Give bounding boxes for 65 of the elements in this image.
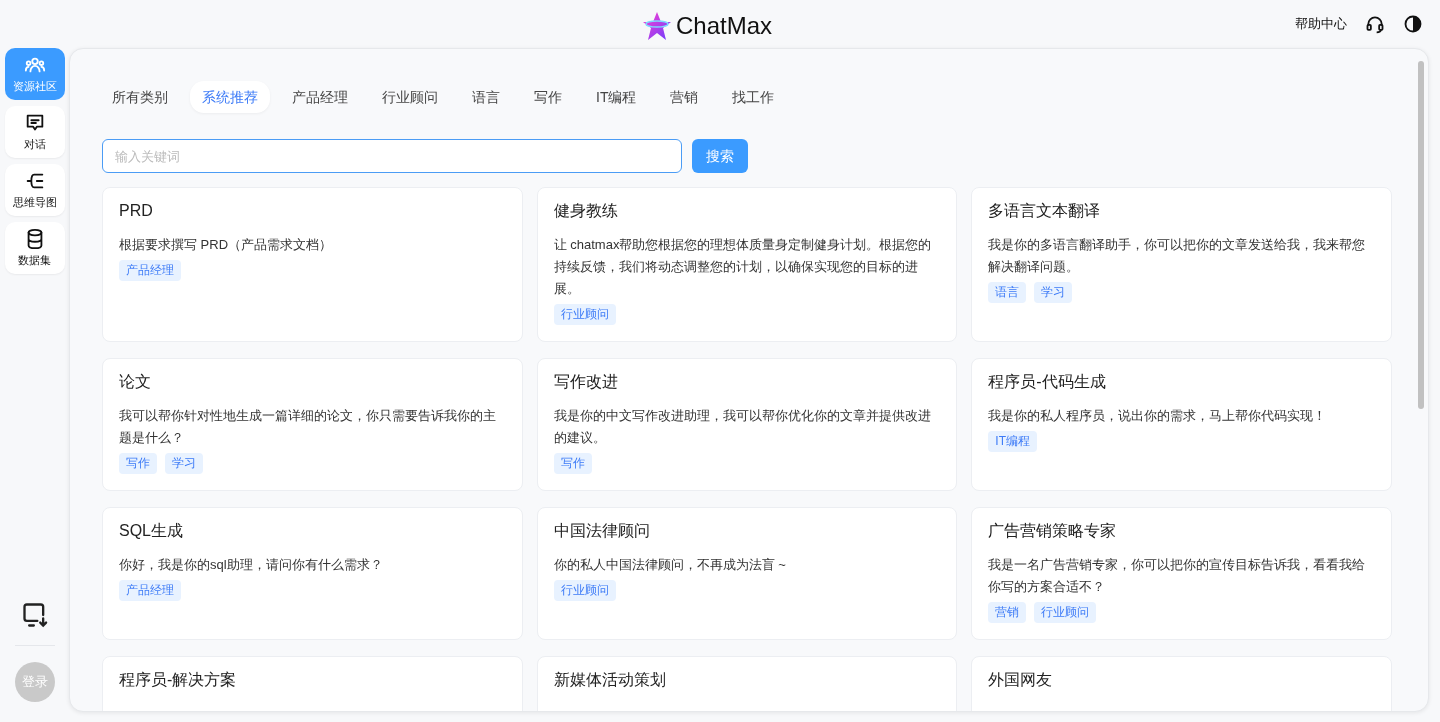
category-tab[interactable]: 营销 [658,81,711,113]
card-title: 中国法律顾问 [553,521,651,541]
prompt-card[interactable]: 论文 我可以帮你针对性地生成一篇详细的论文，你只需要告诉我你的主题是什么？ 写作 学习 [102,358,523,491]
card-description: 你的私人中国法律顾问，不再成为法盲 ~ [553,556,787,574]
card-description: 你好，我是你的sql助理，请问你有什么需求？ [119,556,384,574]
card-title: PRD [119,201,154,221]
category-tab[interactable]: 产品经理 [280,81,360,113]
prompt-card[interactable]: 广告营销策略专家 我是一名广告营销专家，你可以把你的宣传目标告诉我，看看我给你写的方案合适不？ 营销 行业顾问 [971,507,1392,640]
card-description: 根据要求撰写 PRD（产品需求文档） [119,236,334,254]
prompt-card[interactable]: 写作改进 我是你的中文写作改进助理，我可以帮你优化你的文章并提供改进的建议。 写作 [536,358,958,491]
category-tab[interactable]: IT编程 [584,81,649,113]
search-field[interactable]: 输入关键词 [102,139,682,173]
sidebar-item[interactable]: 数据集 [4,222,65,274]
prompt-card[interactable]: 外国网友 [971,656,1392,711]
category-tag: 写作 [553,453,592,474]
screen-download-icon[interactable] [20,601,49,629]
card-title: SQL生成 [119,521,184,541]
category-tag: IT编程 [988,431,1037,452]
card-title: 多语言文本翻译 [988,201,1102,221]
card-title: 论文 [119,372,152,392]
sidebar-item[interactable]: 对话 [4,106,65,158]
star-logo-icon [642,11,672,41]
category-tab[interactable]: 语言 [460,81,512,113]
card-description: 让 chatmax帮助您根据您的理想体质量身定制健身计划。根据您的持续反馈，我们将动态调整您的计划，以确保实现您的目标的进展。 [553,236,933,298]
card-description: 我是你的私人程序员，说出你的需求，马上帮你代码实现！ [988,407,1328,425]
category-tag: 营销 [988,602,1027,623]
prompt-card[interactable]: 程序员-代码生成 我是你的私人程序员，说出你的需求，马上帮你代码实现！ IT编程 [971,358,1392,491]
prompt-card[interactable]: 新媒体活动策划 [536,656,958,711]
category-tab[interactable]: 写作 [522,81,574,113]
contrast-icon[interactable] [1403,14,1423,34]
help-center-link[interactable]: 帮助中心 [1295,14,1347,34]
category-tag: 行业顾问 [553,580,616,601]
card-title: 程序员-解决方案 [119,670,238,690]
sidebar-item[interactable]: 思维导图 [4,164,65,216]
card-description: 我是你的中文写作改进助理，我可以帮你优化你的文章并提供改进的建议。 [553,407,932,447]
category-tag: 学习 [1034,282,1073,303]
category-tag: 写作 [119,453,157,474]
prompt-card[interactable]: 中国法律顾问 你的私人中国法律顾问，不再成为法盲 ~ 行业顾问 [536,507,958,640]
category-tag: 行业顾问 [553,304,616,325]
card-title: 写作改进 [553,372,619,392]
prompt-card[interactable]: 健身教练 让 chatmax帮助您根据您的理想体质量身定制健身计划。根据您的持续反馈，我们将动态调整您的计划，以确保实现您的目标的进展。 行业顾问 [536,187,958,342]
logo-text: ChatMax [676,11,773,41]
card-title: 广告营销策略专家 [988,521,1118,541]
card-description: 我可以帮你针对性地生成一篇详细的论文，你只需要告诉我你的主题是什么？ [119,407,497,447]
prompt-card[interactable]: PRD 根据要求撰写 PRD（产品需求文档） 产品经理 [102,187,523,342]
headset-icon[interactable] [1365,14,1385,34]
card-title: 外国网友 [988,670,1054,690]
scrollbar[interactable] [1418,61,1424,409]
card-title: 新媒体活动策划 [553,670,667,690]
card-description: 我是你的多语言翻译助手，你可以把你的文章发送给我，我来帮您解决翻译问题。 [988,236,1367,276]
card-description: 我是一名广告营销专家，你可以把你的宣传目标告诉我，看看我给你写的方案合适不？ [988,556,1367,596]
prompt-card[interactable]: 程序员-解决方案 [102,656,523,711]
category-tab[interactable]: 行业顾问 [370,81,450,113]
card-title: 健身教练 [553,201,619,221]
prompt-card[interactable]: 多语言文本翻译 我是你的多语言翻译助手，你可以把你的文章发送给我，我来帮您解决翻译问题。 语言 学习 [971,187,1392,342]
category-tag: 产品经理 [119,260,181,281]
category-tab[interactable]: 系统推荐 [190,81,270,113]
category-tag: 行业顾问 [1034,602,1097,623]
category-tag: 产品经理 [119,580,181,601]
category-tab[interactable]: 所有类别 [100,81,180,113]
category-tag: 学习 [165,453,203,474]
category-tab[interactable]: 找工作 [720,81,787,113]
card-title: 程序员-代码生成 [988,372,1107,392]
prompt-card[interactable]: SQL生成 你好，我是你的sql助理，请问你有什么需求？ 产品经理 [102,507,523,640]
category-tag: 语言 [988,282,1027,303]
